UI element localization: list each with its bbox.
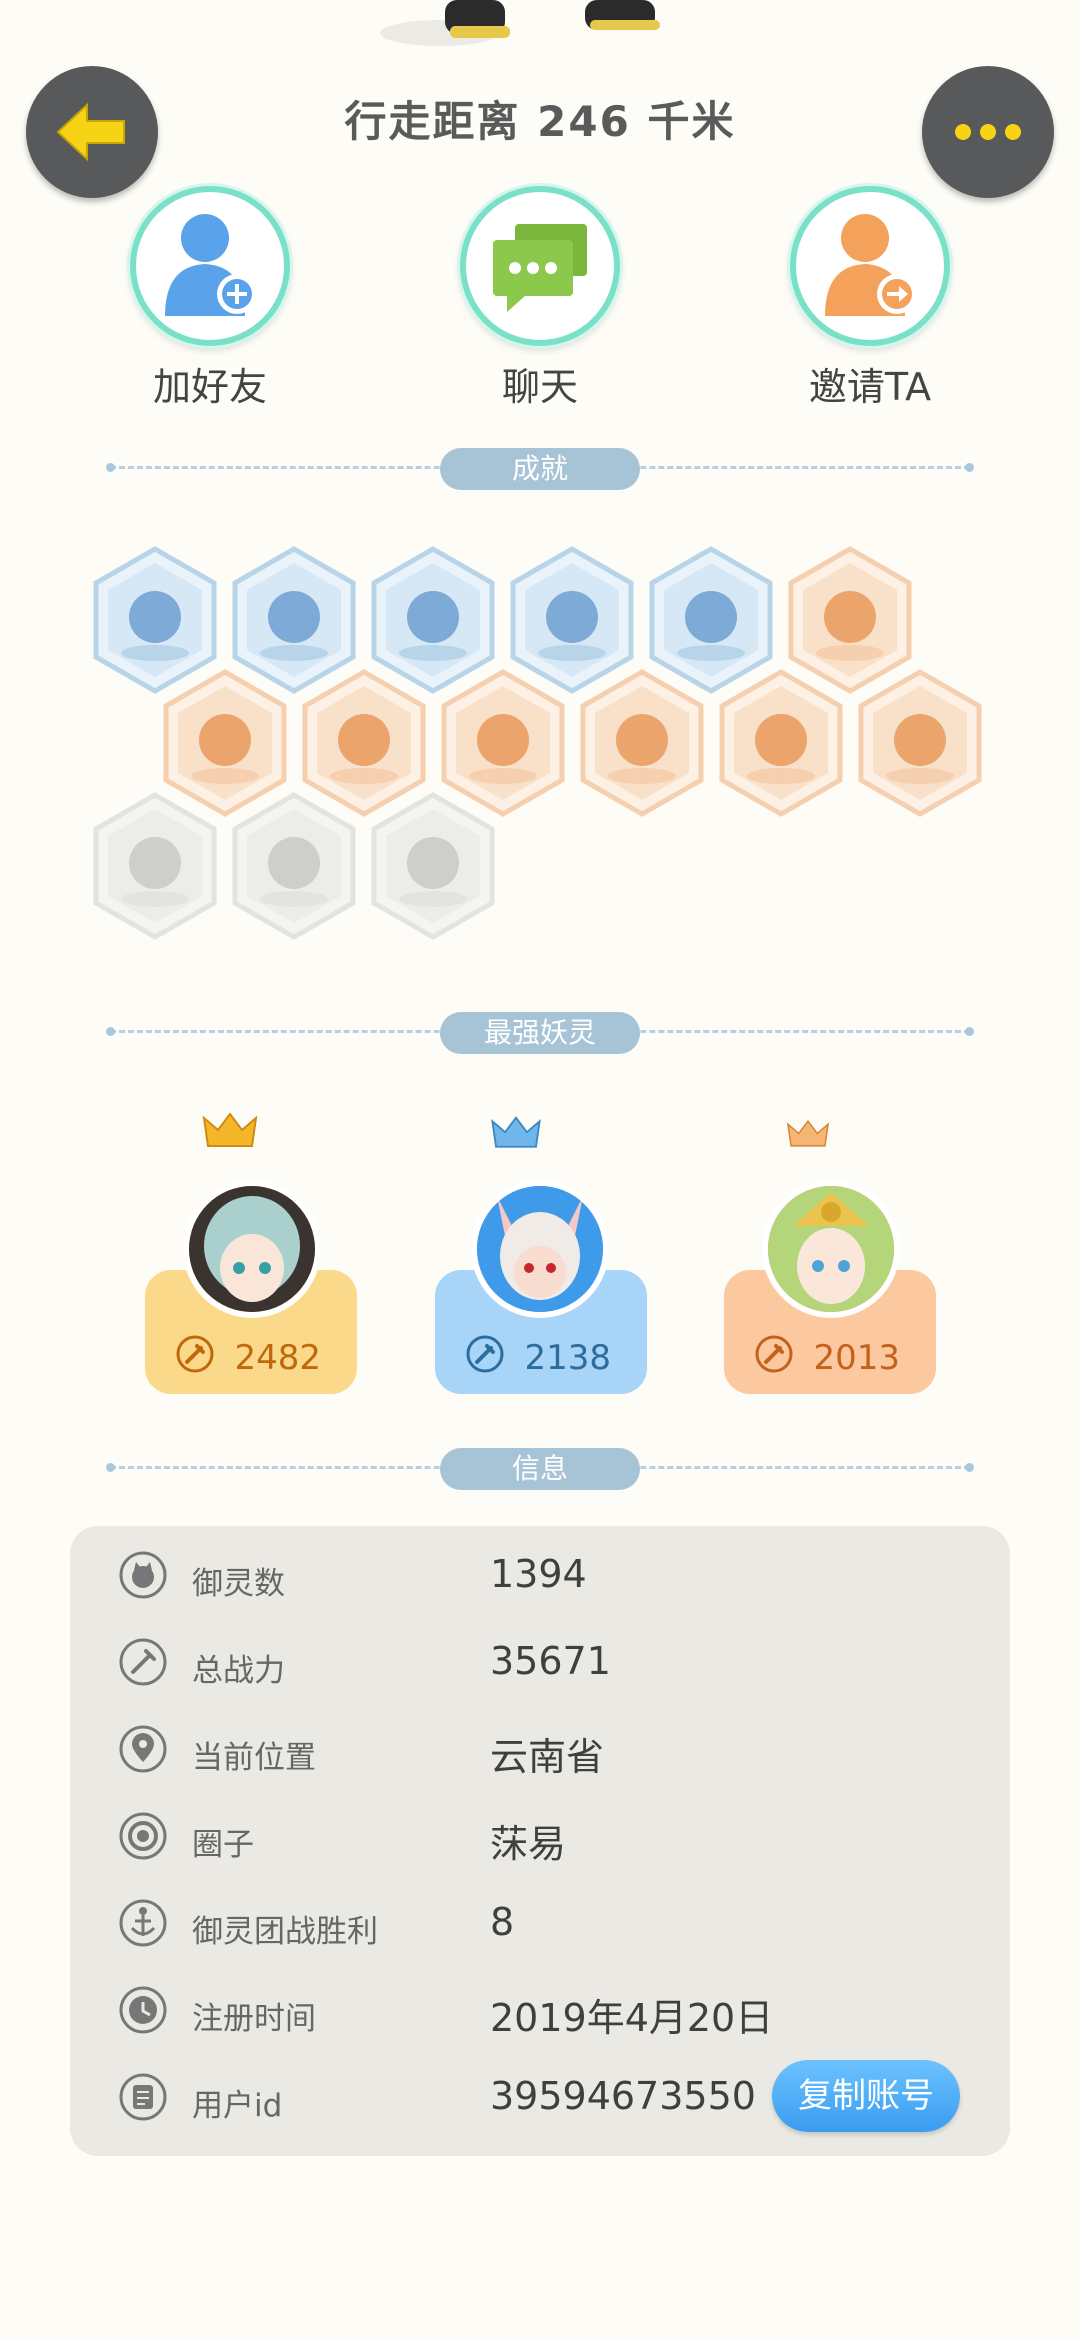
info-row-location: 当前位置 云南省 xyxy=(70,1718,1010,1788)
info-value: 云南省 xyxy=(490,1735,605,1779)
sword-icon xyxy=(119,1638,167,1686)
info-row-spirit-count: 御灵数 1394 xyxy=(70,1544,1010,1614)
info-key: 圈子 xyxy=(192,1827,254,1863)
info-row-user-id: 用户id 39594673550 复制账号 xyxy=(70,2060,1010,2136)
info-value: 8 xyxy=(490,1900,515,1944)
add-friend-button[interactable]: 加好友 xyxy=(125,186,295,411)
add-friend-label: 加好友 xyxy=(152,365,267,409)
invite-button[interactable]: 邀请TA xyxy=(785,186,955,411)
spirit-power-3: 2013 xyxy=(813,1338,900,1378)
info-value: 35671 xyxy=(490,1639,611,1683)
chat-icon xyxy=(493,224,587,312)
sword-icon xyxy=(755,1335,793,1373)
more-dots-icon xyxy=(955,124,1021,140)
anchor-icon xyxy=(119,1899,167,1947)
circle-target-icon xyxy=(119,1812,167,1860)
dragon-badge-icon[interactable] xyxy=(90,791,220,941)
info-value: 2019年4月20日 xyxy=(490,1996,774,2040)
spirit-power-2: 2138 xyxy=(524,1338,611,1378)
location-pin-icon xyxy=(119,1725,167,1773)
copy-account-button[interactable]: 复制账号 xyxy=(772,2060,960,2132)
spirit-portrait-2 xyxy=(477,1186,603,1312)
spirit-portrait-3 xyxy=(768,1186,894,1312)
crown-bronze-icon xyxy=(786,1119,830,1147)
info-value: 1394 xyxy=(490,1552,587,1596)
info-key: 当前位置 xyxy=(192,1740,316,1776)
cart-cat-badge-icon[interactable] xyxy=(716,668,846,818)
info-row-circle: 圈子 莯易 xyxy=(70,1805,1010,1875)
add-friend-ring xyxy=(130,186,290,346)
crown-gold-icon xyxy=(202,1112,258,1147)
strongest-section-title: 最强妖灵 xyxy=(440,1012,640,1054)
chat-label: 聊天 xyxy=(501,365,578,409)
sword-icon xyxy=(176,1335,214,1373)
spirit-portrait-1 xyxy=(189,1186,315,1312)
demon-badge-icon[interactable] xyxy=(229,791,359,941)
invite-ring xyxy=(790,186,950,346)
more-button[interactable] xyxy=(922,66,1054,198)
info-panel: 御灵数 1394 总战力 35671 当前位置 云南省 圈子 莯易 御灵团战胜利… xyxy=(70,1526,1010,2156)
info-section-title: 信息 xyxy=(440,1448,640,1490)
info-row-total-power: 总战力 35671 xyxy=(70,1631,1010,1701)
info-value: 莯易 xyxy=(490,1822,567,1866)
info-row-register-date: 注册时间 2019年4月20日 xyxy=(70,1979,1010,2049)
spirit-avatar-2[interactable] xyxy=(471,1180,609,1318)
spirit-avatar-1[interactable] xyxy=(183,1180,321,1318)
spirit-avatar-3[interactable] xyxy=(762,1180,900,1318)
monkey-badge-icon[interactable] xyxy=(577,668,707,818)
info-row-battle-wins: 御灵团战胜利 8 xyxy=(70,1892,1010,1962)
avatar-feet-image xyxy=(445,0,660,38)
achievements-section-title: 成就 xyxy=(440,448,640,490)
clock-icon xyxy=(119,1986,167,2034)
info-key: 御灵团战胜利 xyxy=(192,1914,378,1950)
spirit-power-1: 2482 xyxy=(234,1338,321,1378)
invite-icon xyxy=(825,214,917,316)
info-value: 39594673550 xyxy=(490,2074,756,2118)
id-card-icon xyxy=(119,2073,167,2121)
info-key: 用户id xyxy=(192,2088,283,2124)
add-friend-icon xyxy=(165,214,257,316)
info-key: 御灵数 xyxy=(192,1566,285,1602)
info-key: 总战力 xyxy=(192,1653,285,1689)
page-title: 行走距离 246 千米 xyxy=(344,97,736,146)
chat-button[interactable]: 聊天 xyxy=(455,186,625,411)
scroll-badge-icon[interactable] xyxy=(855,668,985,818)
info-key: 注册时间 xyxy=(192,2001,316,2037)
book-cat-badge-icon[interactable] xyxy=(368,791,498,941)
spirit-count-icon xyxy=(119,1551,167,1599)
chat-ring xyxy=(460,186,620,346)
sword-icon xyxy=(466,1335,504,1373)
invite-label: 邀请TA xyxy=(808,365,932,409)
crown-blue-icon xyxy=(491,1116,541,1148)
